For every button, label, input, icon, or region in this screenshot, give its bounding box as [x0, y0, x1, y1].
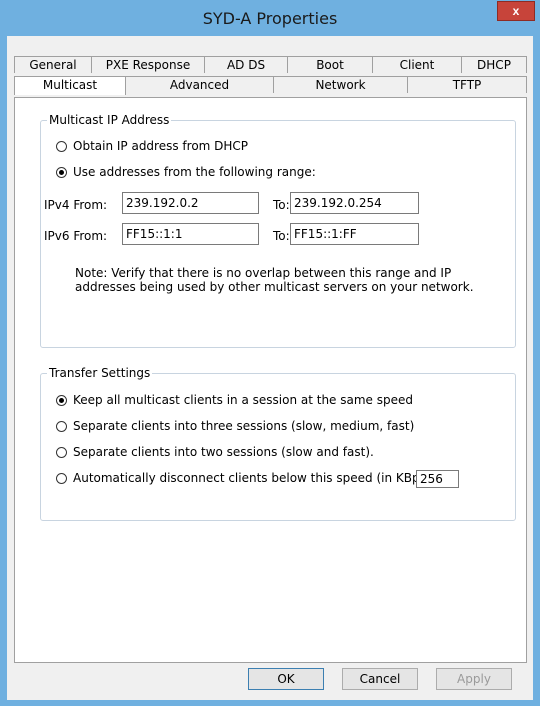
- ipv6-from-label: IPv6 From:: [44, 229, 108, 243]
- multicast-panel: Multicast IP Address Obtain IP address f…: [14, 97, 527, 663]
- auto-disconnect-radio-circle[interactable]: [56, 472, 67, 484]
- properties-window: SYD-A Properties x General PXE Response …: [0, 0, 540, 706]
- three-sessions-radio[interactable]: Separate clients into three sessions (sl…: [56, 419, 414, 433]
- tab-advanced[interactable]: Advanced: [125, 76, 274, 93]
- ipv4-to-input[interactable]: 239.192.0.254: [290, 192, 419, 214]
- ipv4-from-label: IPv4 From:: [44, 198, 108, 212]
- two-sessions-radio[interactable]: Separate clients into two sessions (slow…: [56, 445, 374, 459]
- apply-button[interactable]: Apply: [436, 668, 512, 690]
- tab-boot[interactable]: Boot: [287, 56, 373, 73]
- ipv4-from-input[interactable]: 239.192.0.2: [122, 192, 259, 214]
- ipv6-to-label: To:: [273, 229, 290, 243]
- overlap-note-line-2: addresses being used by other multicast …: [75, 280, 474, 294]
- overlap-note-line-1: Note: Verify that there is no overlap be…: [75, 266, 452, 280]
- auto-disconnect-label: Automatically disconnect clients below t…: [73, 471, 435, 485]
- tab-dhcp[interactable]: DHCP: [461, 56, 527, 73]
- tab-network[interactable]: Network: [273, 76, 408, 93]
- ipv6-from-input[interactable]: FF15::1:1: [122, 223, 259, 245]
- transfer-settings-group: Transfer Settings Keep all multicast cli…: [40, 366, 516, 521]
- tab-client[interactable]: Client: [372, 56, 462, 73]
- three-sessions-radio-circle[interactable]: [56, 420, 67, 432]
- three-sessions-label: Separate clients into three sessions (sl…: [73, 419, 415, 433]
- obtain-dhcp-radio[interactable]: Obtain IP address from DHCP: [56, 139, 248, 153]
- tab-general[interactable]: General: [14, 56, 92, 73]
- dialog-client: General PXE Response AD DS Boot Client D…: [7, 36, 533, 700]
- ipv6-to-input[interactable]: FF15::1:FF: [290, 223, 419, 245]
- tab-tftp[interactable]: TFTP: [407, 76, 527, 93]
- same-speed-radio-circle[interactable]: [56, 394, 67, 406]
- use-range-radio-circle[interactable]: [56, 166, 67, 178]
- two-sessions-radio-circle[interactable]: [56, 446, 67, 458]
- tab-row-top: General PXE Response AD DS Boot Client D…: [14, 56, 527, 73]
- tab-ad-ds[interactable]: AD DS: [204, 56, 288, 73]
- use-range-label: Use addresses from the following range:: [73, 165, 316, 179]
- use-range-radio[interactable]: Use addresses from the following range:: [56, 165, 316, 179]
- auto-disconnect-radio[interactable]: Automatically disconnect clients below t…: [56, 471, 435, 485]
- ok-button[interactable]: OK: [248, 668, 324, 690]
- disconnect-speed-input[interactable]: 256: [416, 470, 459, 488]
- close-button[interactable]: x: [497, 1, 535, 21]
- overlap-note: Note: Verify that there is no overlap be…: [75, 266, 474, 294]
- obtain-dhcp-radio-circle[interactable]: [56, 140, 67, 152]
- two-sessions-label: Separate clients into two sessions (slow…: [73, 445, 374, 459]
- multicast-ip-group: Multicast IP Address Obtain IP address f…: [40, 113, 516, 348]
- tab-pxe-response[interactable]: PXE Response: [91, 56, 205, 73]
- title-bar[interactable]: SYD-A Properties x: [0, 0, 540, 36]
- tab-multicast[interactable]: Multicast: [14, 76, 126, 95]
- same-speed-label: Keep all multicast clients in a session …: [73, 393, 414, 407]
- ipv4-to-label: To:: [273, 198, 290, 212]
- obtain-dhcp-label: Obtain IP address from DHCP: [73, 139, 249, 153]
- window-title: SYD-A Properties: [202, 9, 338, 28]
- multicast-ip-legend: Multicast IP Address: [47, 113, 172, 127]
- cancel-button[interactable]: Cancel: [342, 668, 418, 690]
- tab-row-bottom: Multicast Advanced Network TFTP: [14, 76, 527, 95]
- same-speed-radio[interactable]: Keep all multicast clients in a session …: [56, 393, 413, 407]
- transfer-settings-legend: Transfer Settings: [47, 366, 153, 380]
